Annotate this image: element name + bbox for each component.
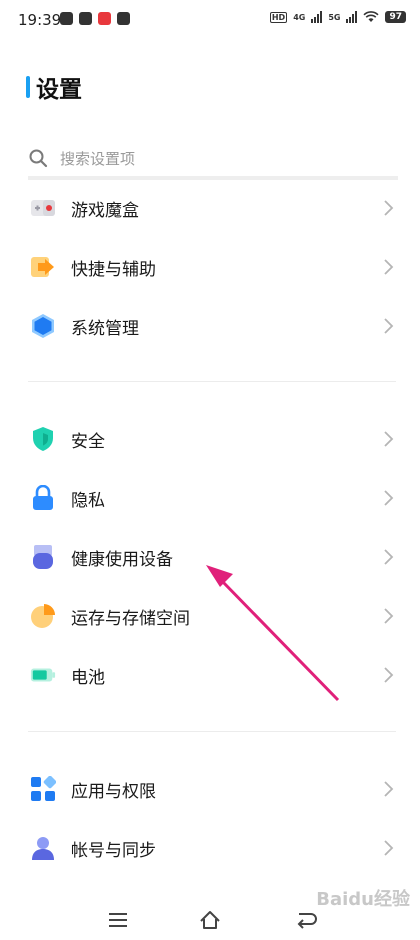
watermark: Baidu经验 (316, 889, 410, 910)
menu-icon[interactable] (106, 908, 130, 932)
back-icon[interactable] (294, 908, 318, 932)
annotation-arrow (206, 565, 340, 702)
home-icon[interactable] (198, 908, 222, 932)
